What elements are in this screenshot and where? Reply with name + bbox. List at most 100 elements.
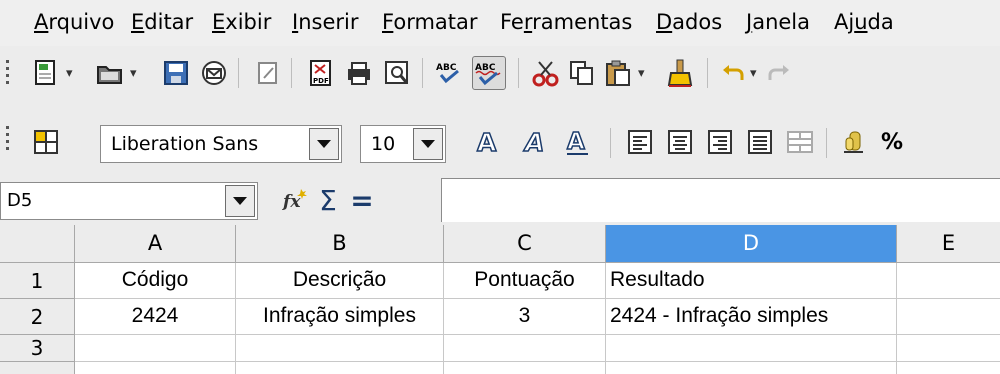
formula-input[interactable]	[441, 178, 1000, 222]
toolbar-separator	[826, 128, 827, 158]
redo-icon[interactable]	[764, 57, 794, 89]
svg-text:A: A	[477, 128, 497, 156]
menu-janela[interactable]: Janela	[746, 9, 810, 35]
undo-icon[interactable]	[718, 57, 750, 89]
clone-formatting-icon[interactable]	[664, 57, 696, 89]
cell-d3[interactable]	[606, 335, 897, 362]
underline-icon[interactable]: A	[562, 126, 594, 158]
menu-inserir[interactable]: Inserir	[292, 9, 358, 35]
email-icon[interactable]	[198, 57, 230, 89]
copy-icon[interactable]	[566, 57, 598, 89]
toolbar-separator	[291, 58, 292, 88]
function-equals-icon[interactable]: =	[346, 184, 378, 217]
undo-dropdown-arrow[interactable]: ▾	[750, 66, 757, 81]
svg-text:ABC: ABC	[436, 63, 457, 73]
standard-toolbar: ▾ ▾ PDF ABC ABC ▾ ▾	[0, 50, 1000, 96]
function-wizard-icon[interactable]: fx	[280, 184, 312, 216]
merge-cells-icon[interactable]	[784, 126, 816, 158]
svg-text:PDF: PDF	[313, 77, 329, 85]
cell-c3[interactable]	[444, 335, 606, 362]
autospellcheck-icon[interactable]: ABC	[472, 56, 506, 90]
new-document-icon[interactable]	[30, 57, 62, 89]
menu-editar[interactable]: Editar	[131, 9, 193, 35]
cell-a2[interactable]: 2424	[75, 299, 236, 335]
currency-format-icon[interactable]	[838, 126, 870, 158]
menu-exibir[interactable]: Exibir	[212, 9, 271, 35]
toolbar-separator	[610, 128, 611, 158]
paste-icon[interactable]	[602, 57, 634, 89]
cell-a3[interactable]	[75, 335, 236, 362]
styles-icon[interactable]	[30, 126, 62, 158]
name-box[interactable]: D5	[0, 182, 258, 220]
cell-d2[interactable]: 2424 - Infração simples	[606, 299, 897, 335]
italic-icon[interactable]: A	[520, 126, 552, 158]
percent-format-button[interactable]: %	[876, 126, 908, 158]
column-header-d[interactable]: D	[606, 225, 897, 263]
edit-file-icon[interactable]	[252, 57, 284, 89]
bold-icon[interactable]: A	[472, 126, 504, 158]
cell-b2[interactable]: Infração simples	[236, 299, 444, 335]
cell-c4[interactable]	[444, 362, 606, 374]
formatting-toolbar: Liberation Sans 10 A A A %	[0, 114, 1000, 170]
menu-ferramentas[interactable]: Ferramentas	[500, 9, 632, 35]
cell-b1[interactable]: Descrição	[236, 263, 444, 299]
align-left-icon[interactable]	[624, 126, 656, 158]
font-size-combo[interactable]: 10	[360, 125, 446, 163]
font-size-dropdown-button[interactable]	[413, 128, 443, 160]
name-box-dropdown-button[interactable]	[225, 185, 255, 217]
cell-b4[interactable]	[236, 362, 444, 374]
cell-e2[interactable]	[897, 299, 1000, 335]
menu-bar: Arquivo Editar Exibir Inserir Formatar F…	[0, 0, 1000, 46]
svg-text:fx: fx	[282, 192, 301, 212]
spreadsheet-grid: A B C D E 1 2 3 Código Descrição Pontuaç…	[0, 225, 1000, 374]
spellcheck-icon[interactable]: ABC	[434, 57, 466, 89]
toolbar-separator	[238, 58, 239, 88]
save-icon[interactable]	[160, 57, 192, 89]
cell-e1[interactable]	[897, 263, 1000, 299]
align-center-icon[interactable]	[664, 126, 696, 158]
row-header-2[interactable]: 2	[0, 299, 75, 335]
row-header-1[interactable]: 1	[0, 263, 75, 299]
cell-b3[interactable]	[236, 335, 444, 362]
toolbar-grip[interactable]	[6, 60, 9, 88]
paste-dropdown-arrow[interactable]: ▾	[638, 66, 645, 81]
toolbar-grip[interactable]	[6, 126, 9, 154]
column-header-b[interactable]: B	[236, 225, 444, 263]
font-size-value: 10	[371, 133, 396, 155]
new-dropdown-arrow[interactable]: ▾	[66, 66, 73, 81]
svg-text:A: A	[523, 128, 544, 156]
export-pdf-icon[interactable]: PDF	[305, 57, 337, 89]
row-header-3[interactable]: 3	[0, 335, 75, 362]
menu-formatar[interactable]: Formatar	[382, 9, 478, 35]
align-right-icon[interactable]	[704, 126, 736, 158]
print-icon[interactable]	[343, 57, 375, 89]
font-name-value: Liberation Sans	[111, 133, 259, 155]
open-folder-icon[interactable]	[94, 57, 126, 89]
open-dropdown-arrow[interactable]: ▾	[130, 66, 137, 81]
cell-c2[interactable]: 3	[444, 299, 606, 335]
toolbar-separator	[707, 58, 708, 88]
select-all-corner[interactable]	[0, 225, 75, 263]
menu-dados[interactable]: Dados	[656, 9, 722, 35]
cell-a4[interactable]	[75, 362, 236, 374]
row-header-4[interactable]	[0, 362, 75, 374]
sum-icon[interactable]: Σ	[312, 184, 344, 217]
cut-icon[interactable]	[530, 57, 562, 89]
print-preview-icon[interactable]	[381, 57, 413, 89]
column-header-e[interactable]: E	[897, 225, 1000, 263]
column-header-a[interactable]: A	[75, 225, 236, 263]
font-name-dropdown-button[interactable]	[309, 128, 339, 160]
svg-text:A: A	[567, 129, 585, 155]
justify-icon[interactable]	[744, 126, 776, 158]
cell-e3[interactable]	[897, 335, 1000, 362]
column-header-c[interactable]: C	[444, 225, 606, 263]
cell-e4[interactable]	[897, 362, 1000, 374]
cell-d1[interactable]: Resultado	[606, 263, 897, 299]
cell-c1[interactable]: Pontuação	[444, 263, 606, 299]
font-name-combo[interactable]: Liberation Sans	[100, 125, 342, 163]
toolbar-separator	[518, 58, 519, 88]
menu-arquivo[interactable]: Arquivo	[34, 9, 114, 35]
menu-ajuda[interactable]: Ajuda	[834, 9, 894, 35]
cell-d4[interactable]	[606, 362, 897, 374]
cell-a1[interactable]: Código	[75, 263, 236, 299]
